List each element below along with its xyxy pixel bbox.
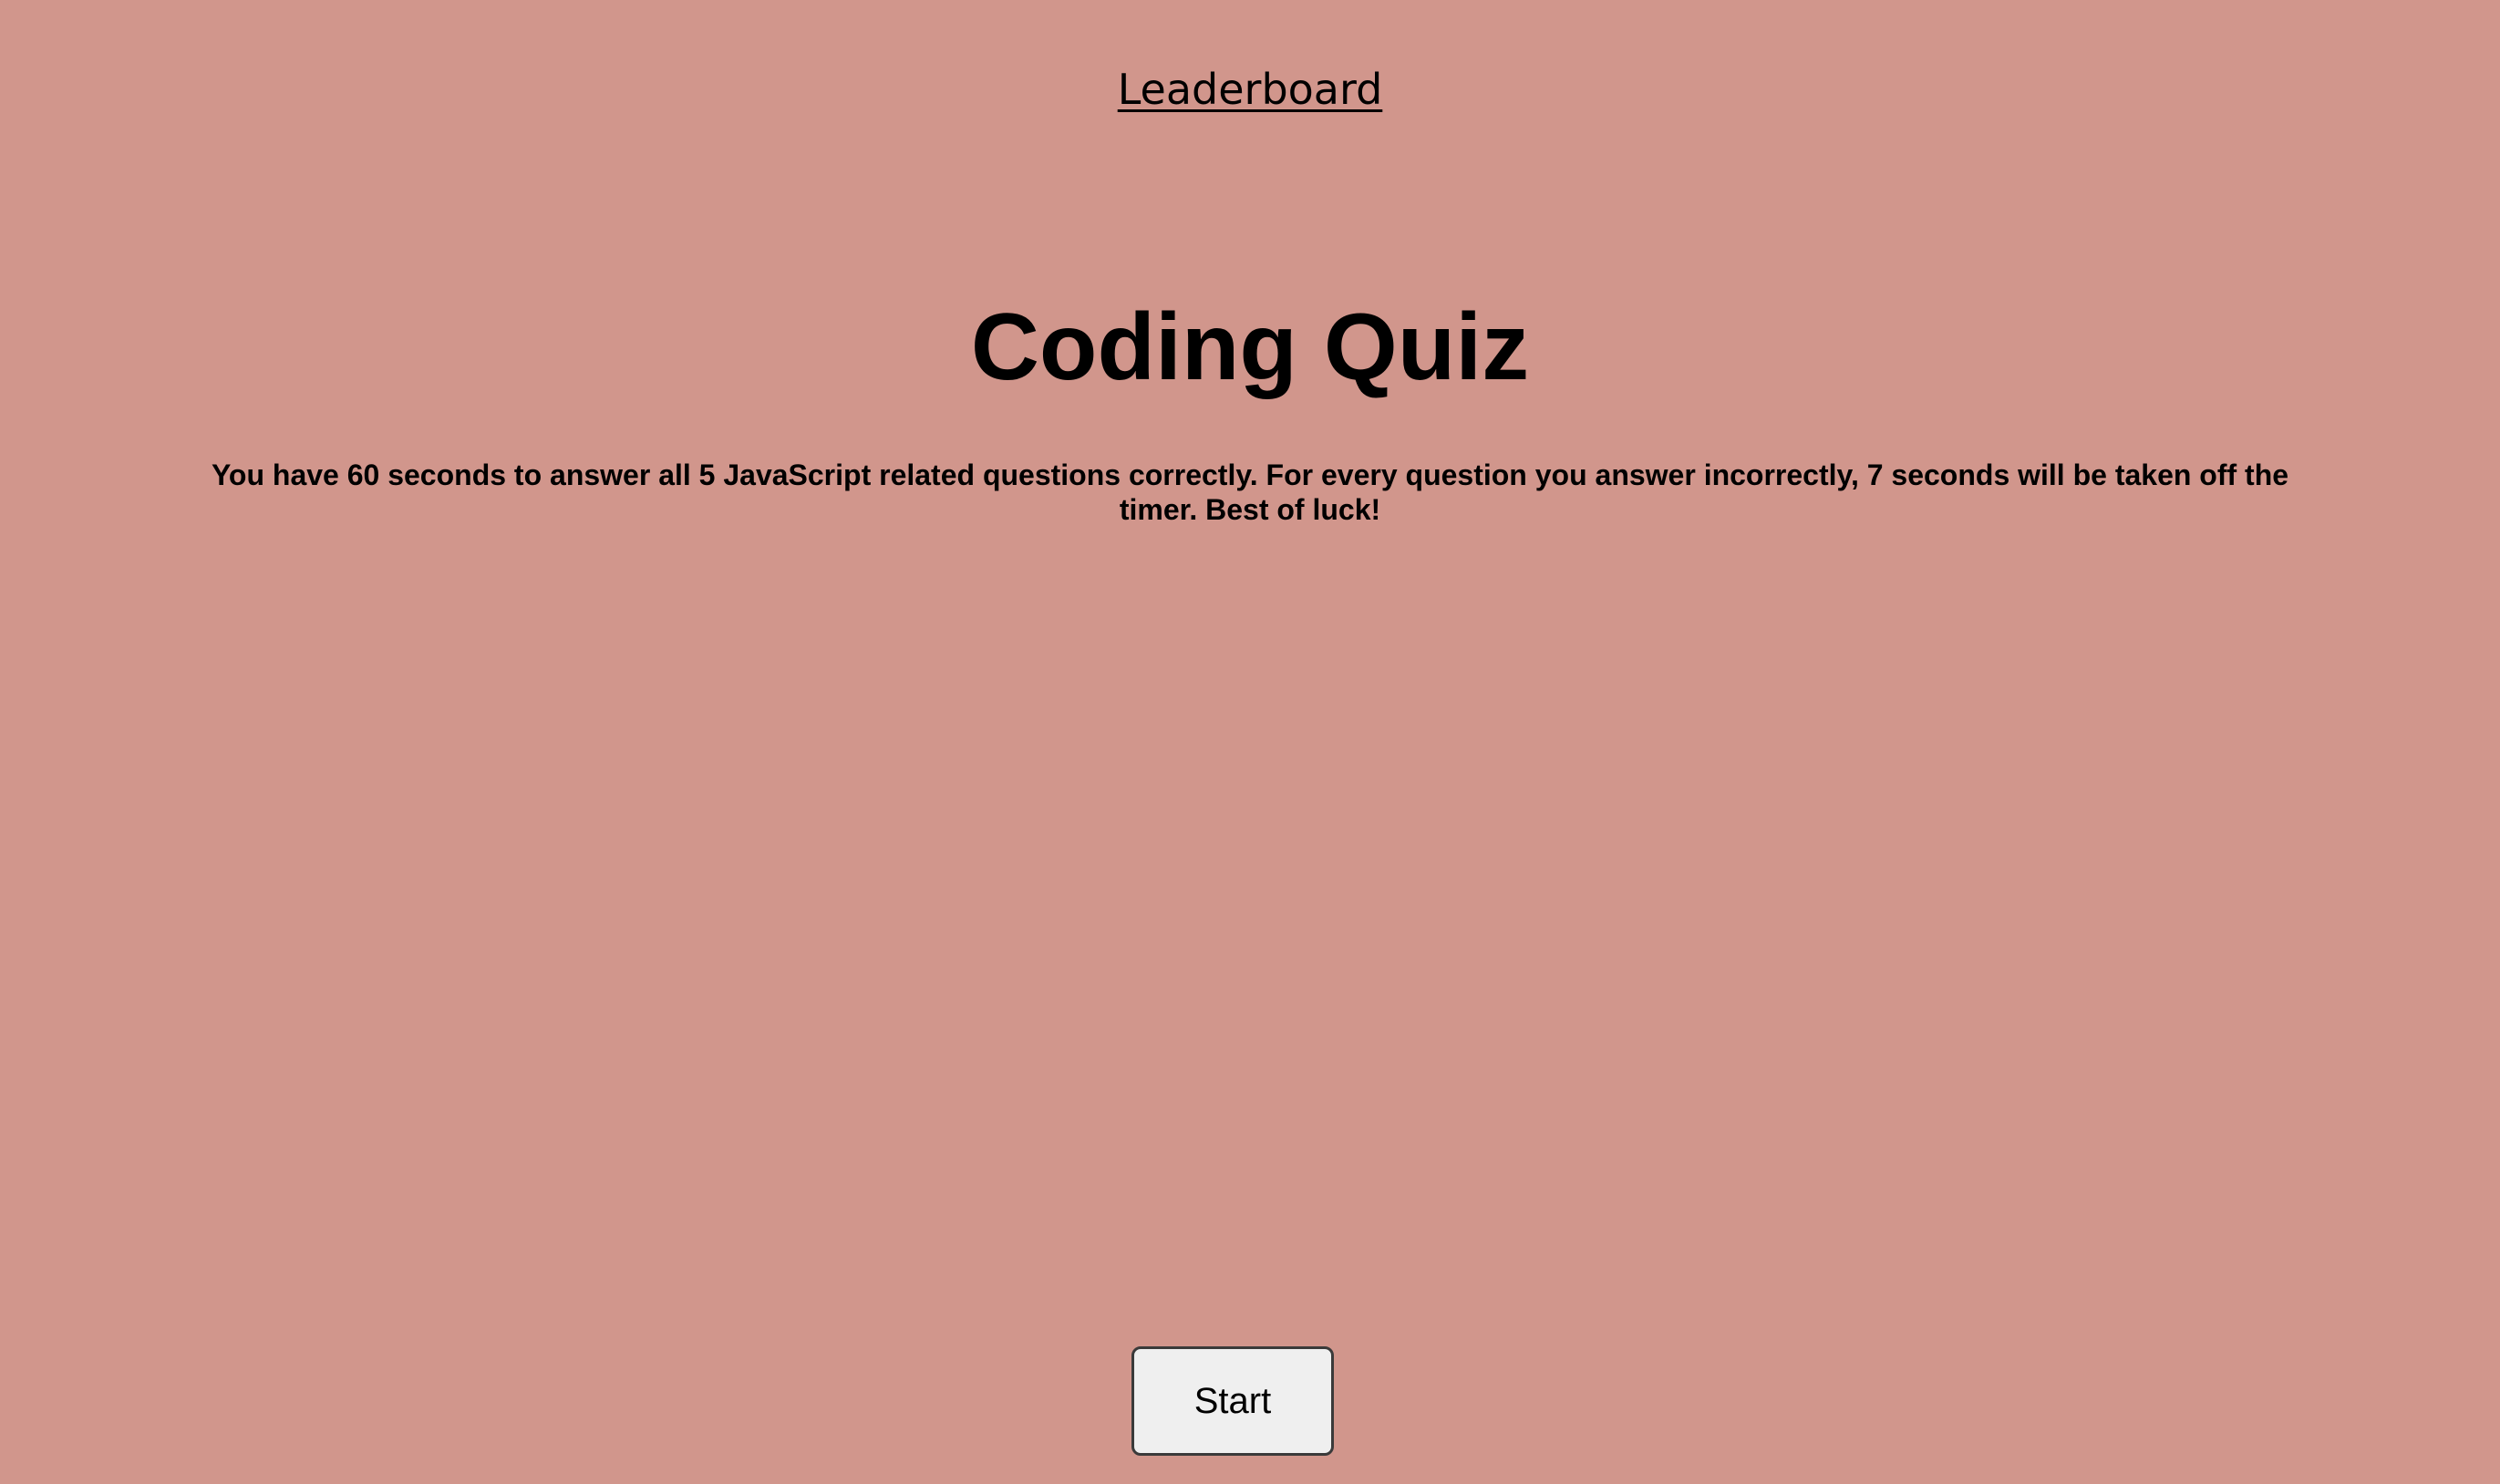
leaderboard-link[interactable]: Leaderboard (0, 57, 2500, 122)
start-button[interactable]: Start (1131, 1346, 1334, 1456)
page-title: Coding Quiz (970, 294, 1530, 400)
quiz-instructions: You have 60 seconds to answer all 5 Java… (211, 459, 2289, 526)
